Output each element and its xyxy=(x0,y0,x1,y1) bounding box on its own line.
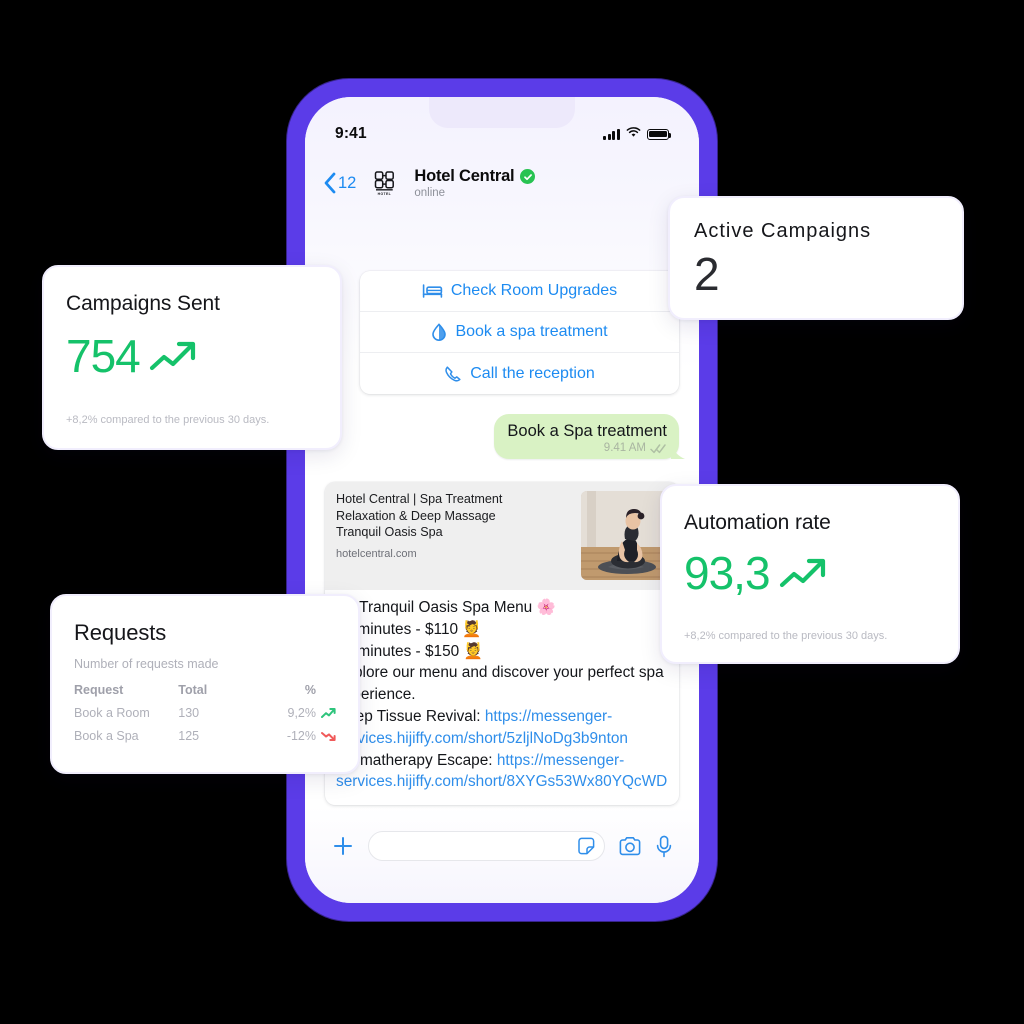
quick-reply-book-a-spa-treatment[interactable]: Book a spa treatment xyxy=(360,312,679,353)
screenshot-stage: 9:41 12 HOTEL Hotel Central online Check… xyxy=(0,0,1024,1024)
column-header-total: Total xyxy=(178,683,208,697)
phone-call-icon xyxy=(444,365,462,383)
battery-icon xyxy=(647,128,672,140)
peer-info[interactable]: Hotel Central online xyxy=(414,167,536,199)
water-drop-icon xyxy=(431,323,447,341)
table-header-row: Request Total % xyxy=(74,683,336,706)
cell-request: Book a Room xyxy=(74,706,150,720)
cell-pct: 9,2% xyxy=(268,706,336,729)
hotel-logo-icon[interactable]: HOTEL xyxy=(370,168,398,198)
message-timestamp: 9.41 AM xyxy=(603,442,646,454)
quick-reply-list: Check Room Upgrades Book a spa treatment xyxy=(360,271,679,394)
quick-reply-label: Book a spa treatment xyxy=(455,323,608,340)
link-preview-title-line: Tranquil Oasis Spa xyxy=(336,525,443,539)
trend-up-small-icon xyxy=(321,707,336,719)
yoga-meditation-photo xyxy=(581,491,670,580)
card-requests: Requests Number of requests made Request… xyxy=(50,594,360,774)
cell-total: 125 xyxy=(178,729,200,743)
card-campaigns-sent: Campaigns Sent 754 +8,2% compared to the… xyxy=(42,265,342,450)
status-bar-time: 9:41 xyxy=(335,125,367,142)
verified-check-icon xyxy=(520,169,536,184)
card-value: 2 xyxy=(694,248,720,300)
wifi-icon xyxy=(626,125,641,143)
double-check-icon xyxy=(650,443,667,454)
sticker-icon[interactable] xyxy=(576,836,596,856)
cell-pct-value: 9,2% xyxy=(287,706,317,720)
phone-screen: 9:41 12 HOTEL Hotel Central online Check… xyxy=(305,97,699,903)
card-title: Requests xyxy=(74,620,167,645)
requests-table: Request Total % Book a Room 130 9,2% Boo… xyxy=(74,683,336,752)
trend-down-small-icon xyxy=(321,730,336,742)
card-footnote: +8,2% compared to the previous 30 days. xyxy=(684,630,888,642)
column-header-request: Request xyxy=(74,683,124,697)
trend-up-arrow-icon xyxy=(149,338,199,374)
peer-name: Hotel Central xyxy=(414,167,515,185)
message-composer xyxy=(305,823,699,869)
card-value: 93,3 xyxy=(684,547,771,599)
back-button[interactable]: 12 xyxy=(323,172,356,194)
card-subtitle: Number of requests made xyxy=(74,657,219,671)
table-row: Book a Room 130 9,2% xyxy=(74,706,336,729)
plus-icon[interactable] xyxy=(331,834,355,858)
card-automation-rate: Automation rate 93,3 +8,2% compared to t… xyxy=(660,484,960,664)
link-preview-domain: hotelcentral.com xyxy=(336,547,417,560)
quick-reply-call-the-reception[interactable]: Call the reception xyxy=(360,353,679,394)
unread-count: 12 xyxy=(338,173,357,192)
link-preview-title: Hotel Central | Spa Treatment Relaxation… xyxy=(336,491,571,541)
outgoing-bubble[interactable]: Book a Spa treatment 9.41 AM xyxy=(494,414,679,459)
outgoing-message: Book a Spa treatment 9.41 AM xyxy=(494,414,679,459)
card-footnote: +8,2% compared to the previous 30 days. xyxy=(66,414,270,426)
cell-total: 130 xyxy=(178,706,200,720)
quick-reply-label: Check Room Upgrades xyxy=(450,282,618,299)
cellular-bars-icon xyxy=(603,128,620,140)
message-line: Explore our menu and discover xyxy=(336,664,550,682)
link-preview-text: Hotel Central | Spa Treatment Relaxation… xyxy=(336,491,571,580)
message-line: Aromatherapy Escape: xyxy=(336,751,497,769)
peer-status: online xyxy=(414,187,446,199)
trend-up-arrow-icon xyxy=(779,555,829,591)
card-value-row: 754 xyxy=(66,333,340,379)
card-title: Campaigns Sent xyxy=(66,292,220,315)
card-value-row: 93,3 xyxy=(684,550,958,596)
card-value: 754 xyxy=(66,330,141,382)
chat-header: 12 HOTEL Hotel Central online xyxy=(305,157,699,209)
outgoing-message-meta: 9.41 AM xyxy=(507,442,667,454)
incoming-message: Hotel Central | Spa Treatment Relaxation… xyxy=(325,482,679,806)
column-header-pct: % xyxy=(304,683,316,697)
bed-icon xyxy=(422,283,443,299)
quick-reply-check-room-upgrades[interactable]: Check Room Upgrades xyxy=(360,271,679,312)
card-title: Automation rate xyxy=(684,511,831,534)
hotel-logo-word: HOTEL xyxy=(377,192,392,196)
cell-pct: -12% xyxy=(268,729,336,752)
status-bar-indicators xyxy=(603,125,672,143)
status-bar: 9:41 xyxy=(305,121,699,147)
message-line: 🌸 Tranquil Oasis Spa Menu 🌸 xyxy=(336,599,556,616)
peer-name-row: Hotel Central xyxy=(414,167,536,186)
cell-pct-value: -12% xyxy=(286,729,316,743)
chevron-left-icon xyxy=(323,172,336,194)
link-preview-title-line: Hotel Central | Spa Treatment xyxy=(336,492,503,506)
quick-reply-label: Call the reception xyxy=(470,364,595,382)
cell-request: Book a Spa xyxy=(74,729,139,743)
card-active-campaigns: Active Campaigns 2 xyxy=(668,196,964,320)
microphone-icon[interactable] xyxy=(655,835,673,858)
table-row: Book a Spa 125 -12% xyxy=(74,729,336,752)
card-title: Active Campaigns xyxy=(694,220,872,242)
phone-mockup: 9:41 12 HOTEL Hotel Central online Check… xyxy=(287,79,717,921)
message-input[interactable] xyxy=(368,831,605,861)
incoming-message-body: 🌸 Tranquil Oasis Spa Menu 🌸 60 minutes -… xyxy=(325,590,679,805)
outgoing-message-text: Book a Spa treatment xyxy=(507,422,667,440)
camera-icon[interactable] xyxy=(618,836,642,857)
link-preview-title-line: Relaxation & Deep Massage xyxy=(336,508,496,523)
link-preview[interactable]: Hotel Central | Spa Treatment Relaxation… xyxy=(325,482,679,590)
